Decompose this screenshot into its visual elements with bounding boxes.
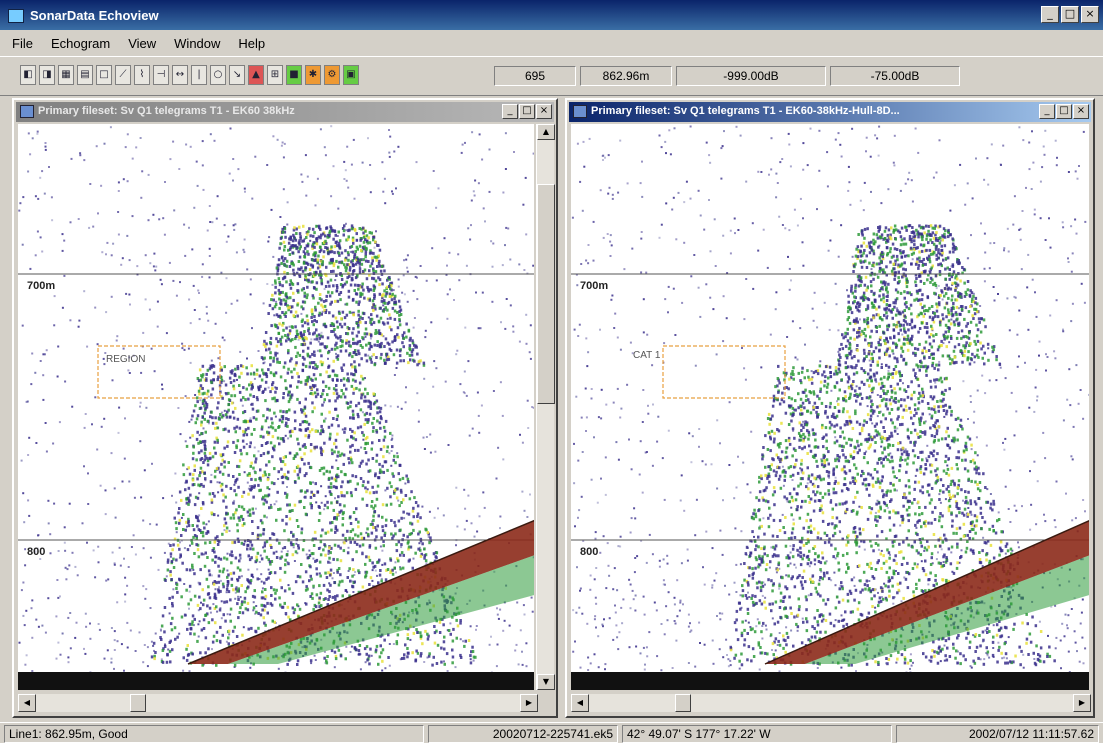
- menu-help[interactable]: Help: [238, 36, 265, 51]
- region-icon[interactable]: ⊞: [267, 65, 283, 85]
- toolbar: ◧ ◨ ▦ ▤ □ ⟋ ⌇ ⊣ ↔ | ○ ↘ ▲ ⊞ ■ ✱ ⚙ ▣ 695 …: [0, 56, 1103, 96]
- app-icon: [8, 9, 24, 23]
- scroll-left-icon[interactable]: ◀: [18, 694, 36, 712]
- echogram-icon: [20, 105, 34, 118]
- vertical-scrollbar-left[interactable]: ▲ ▼: [536, 124, 555, 690]
- status-position: 42° 49.07' S 177° 17.22' W: [622, 725, 892, 743]
- echogram-canvas-right[interactable]: [571, 124, 1089, 690]
- scroll-right-icon[interactable]: ▶: [520, 694, 538, 712]
- status-datetime: 2002/07/12 11:11:57.62: [896, 725, 1099, 743]
- lasso-icon[interactable]: ○: [210, 65, 226, 85]
- echogram-icon: [573, 105, 587, 118]
- scroll-left-icon[interactable]: ◀: [571, 694, 589, 712]
- child-maximize-button[interactable]: □: [1056, 104, 1072, 119]
- menu-echogram[interactable]: Echogram: [51, 36, 110, 51]
- export-icon[interactable]: ▣: [343, 65, 359, 85]
- minimize-button[interactable]: _: [1041, 6, 1059, 23]
- maximize-button[interactable]: □: [1061, 6, 1079, 23]
- threshold-field[interactable]: -75.00dB: [830, 66, 960, 86]
- horizontal-scrollbar-right[interactable]: ◀ ▶: [571, 694, 1091, 712]
- child-minimize-button[interactable]: _: [1039, 104, 1055, 119]
- vertical-line-icon[interactable]: |: [191, 65, 207, 85]
- depth-label-700: 700m: [579, 280, 610, 292]
- depth-label-700: 700m: [26, 280, 57, 292]
- scroll-thumb-horizontal[interactable]: [130, 694, 146, 712]
- echogram-plot-left[interactable]: 700m 800 REGION: [18, 124, 534, 690]
- measure-icon[interactable]: ↔: [172, 65, 188, 85]
- analysis-icon[interactable]: ✱: [305, 65, 321, 85]
- line-tool-icon[interactable]: ⟋: [115, 65, 131, 85]
- sv-value-field: -999.00dB: [676, 66, 826, 86]
- echogram-window-left[interactable]: Primary fileset: Sv Q1 telegrams T1 - EK…: [12, 98, 558, 718]
- depth-field: 862.96m: [580, 66, 672, 86]
- scroll-thumb-horizontal[interactable]: [675, 694, 691, 712]
- status-file: 20020712-225741.ek5: [428, 725, 618, 743]
- settings-icon[interactable]: ⚙: [324, 65, 340, 85]
- ping-number-field: 695: [494, 66, 576, 86]
- depth-label-800: 800: [26, 546, 47, 558]
- echogram-title-left: Primary fileset: Sv Q1 telegrams T1 - EK…: [38, 105, 295, 117]
- child-window-controls-left: _ □ ×: [502, 104, 552, 119]
- polyline-tool-icon[interactable]: ⌇: [134, 65, 150, 85]
- open-echogram-icon[interactable]: ◨: [39, 65, 55, 85]
- new-echogram-icon[interactable]: ◧: [20, 65, 36, 85]
- menu-bar: File Echogram View Window Help: [0, 30, 1103, 56]
- status-bar: Line1: 862.95m, Good 20020712-225741.ek5…: [0, 722, 1103, 743]
- echogram-canvas-left[interactable]: [18, 124, 534, 690]
- status-line-depth: Line1: 862.95m, Good: [4, 725, 424, 743]
- echogram-window-right[interactable]: Primary fileset: Sv Q1 telegrams T1 - EK…: [565, 98, 1095, 718]
- child-window-controls-right: _ □ ×: [1039, 104, 1089, 119]
- window-controls: _ □ ×: [1041, 6, 1099, 23]
- app-title: SonarData Echoview: [30, 8, 159, 23]
- scroll-right-icon[interactable]: ▶: [1073, 694, 1091, 712]
- echogram-view-icon[interactable]: ▦: [58, 65, 74, 85]
- rectangle-select-icon[interactable]: □: [96, 65, 112, 85]
- echoview-app: SonarData Echoview _ □ × File Echogram V…: [0, 0, 1103, 743]
- region-label-left: REGION: [106, 354, 146, 365]
- integrate-icon[interactable]: ■: [286, 65, 302, 85]
- echogram-title-bar-left[interactable]: Primary fileset: Sv Q1 telegrams T1 - EK…: [16, 102, 554, 122]
- horizontal-line-icon[interactable]: ⊣: [153, 65, 169, 85]
- child-close-button[interactable]: ×: [536, 104, 552, 119]
- menu-file[interactable]: File: [12, 36, 33, 51]
- fileset-icon[interactable]: ▤: [77, 65, 93, 85]
- scroll-up-icon[interactable]: ▲: [537, 124, 555, 140]
- marker-icon[interactable]: ▲: [248, 65, 264, 85]
- scroll-down-icon[interactable]: ▼: [537, 674, 555, 690]
- horizontal-scrollbar-left[interactable]: ◀ ▶: [18, 694, 538, 712]
- child-minimize-button[interactable]: _: [502, 104, 518, 119]
- title-bar: SonarData Echoview _ □ ×: [0, 0, 1103, 30]
- depth-label-800: 800: [579, 546, 600, 558]
- menu-view[interactable]: View: [128, 36, 156, 51]
- echogram-title-bar-right[interactable]: Primary fileset: Sv Q1 telegrams T1 - EK…: [569, 102, 1091, 122]
- close-button[interactable]: ×: [1081, 6, 1099, 23]
- scroll-thumb-vertical[interactable]: [537, 184, 555, 404]
- child-maximize-button[interactable]: □: [519, 104, 535, 119]
- echogram-plot-right[interactable]: 700m 800 CAT 1: [571, 124, 1089, 690]
- region-label-right: CAT 1: [633, 350, 661, 361]
- menu-window[interactable]: Window: [174, 36, 220, 51]
- pick-tool-icon[interactable]: ↘: [229, 65, 245, 85]
- child-close-button[interactable]: ×: [1073, 104, 1089, 119]
- echogram-title-right: Primary fileset: Sv Q1 telegrams T1 - EK…: [591, 105, 900, 117]
- toolbar-buttons: ◧ ◨ ▦ ▤ □ ⟋ ⌇ ⊣ ↔ | ○ ↘ ▲ ⊞ ■ ✱ ⚙ ▣: [20, 65, 359, 85]
